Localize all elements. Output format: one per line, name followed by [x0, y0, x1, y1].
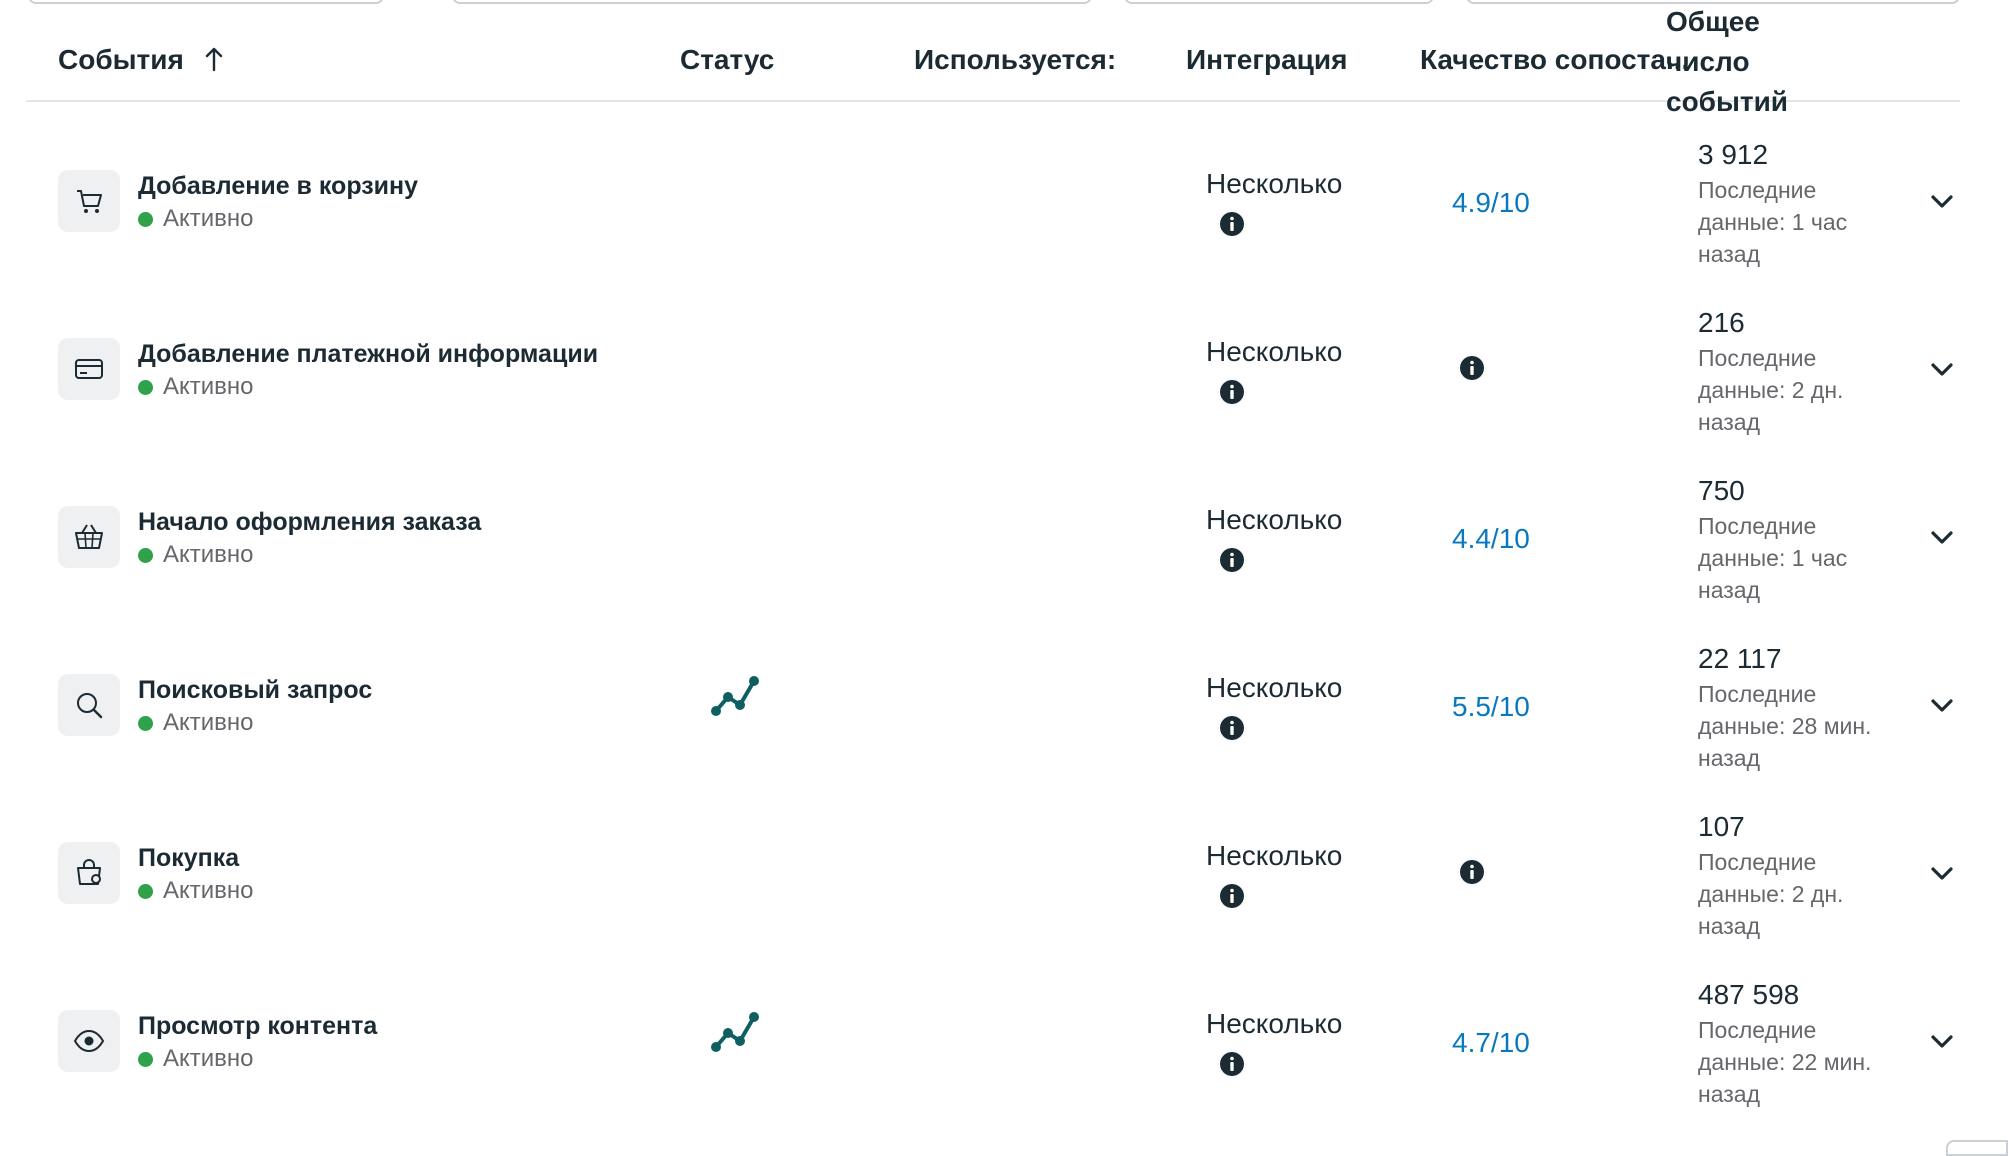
event-status: Активно — [138, 541, 254, 569]
integration-info-icon[interactable] — [1219, 211, 1245, 237]
event-status-label: Активно — [163, 1045, 254, 1072]
last-received: Последние данные: 22 мин. назад — [1698, 1017, 1872, 1107]
table-header: События Статус Используется: Интеграция … — [26, 0, 1960, 117]
column-header-integration[interactable]: Интеграция — [1186, 44, 1347, 76]
last-received: Последние данные: 1 час назад — [1698, 513, 1848, 603]
integration-info-icon[interactable] — [1219, 547, 1245, 573]
active-status-dot — [138, 211, 153, 227]
basket-icon — [58, 506, 120, 568]
integration-value: Несколько — [1206, 840, 1343, 871]
event-count: 3 912 — [1698, 139, 1769, 170]
table-row[interactable]: Покупка Активно Несколько 107 Последние данн… — [0, 789, 2008, 957]
last-received: Последние данные: 2 дн. назад — [1698, 345, 1844, 435]
event-status-label: Активно — [163, 709, 254, 736]
event-name[interactable]: Поисковый запрос — [138, 676, 372, 705]
pagination-control[interactable] — [1946, 1140, 2008, 1156]
event-status: Активно — [138, 709, 254, 737]
table-row[interactable]: Добавление в корзину Активно Несколько 4.9/… — [0, 117, 2008, 285]
last-received: Последние данные: 2 дн. назад — [1698, 849, 1844, 939]
search-icon — [58, 674, 120, 736]
integration-info-icon[interactable] — [1219, 715, 1245, 741]
active-status-dot — [138, 1051, 153, 1067]
event-status-label: Активно — [163, 205, 254, 232]
expand-row-chevron-icon[interactable] — [1930, 866, 1954, 887]
match-quality-link[interactable]: 5.5/10 — [1452, 691, 1530, 723]
event-count: 107 — [1698, 811, 1745, 842]
integration-value: Несколько — [1206, 672, 1343, 703]
integration-value: Несколько — [1206, 168, 1343, 199]
eye-icon — [58, 1010, 120, 1072]
event-status-label: Активно — [163, 877, 254, 904]
event-name[interactable]: Просмотр контента — [138, 1012, 377, 1041]
active-status-dot — [138, 883, 153, 899]
integration-info-icon[interactable] — [1219, 379, 1245, 405]
column-header-events-label: События — [58, 44, 184, 75]
column-header-total[interactable]: Общее число событий — [1666, 2, 1794, 122]
event-count: 22 117 — [1698, 643, 1782, 674]
column-header-quality[interactable]: Качество сопоста... — [1420, 44, 1689, 76]
event-name[interactable]: Добавление в корзину — [138, 172, 418, 201]
expand-row-chevron-icon[interactable] — [1930, 698, 1954, 719]
event-status-label: Активно — [163, 541, 254, 568]
active-status-dot — [138, 547, 153, 563]
match-quality-link[interactable]: 4.9/10 — [1452, 187, 1530, 219]
last-received: Последние данные: 1 час назад — [1698, 177, 1848, 267]
sort-ascending-icon[interactable] — [204, 46, 224, 79]
event-count: 216 — [1698, 307, 1745, 338]
table-row[interactable]: Поисковый запрос Активно Несколько 5.5/10 22… — [0, 621, 2008, 789]
expand-row-chevron-icon[interactable] — [1930, 362, 1954, 383]
expand-row-chevron-icon[interactable] — [1930, 530, 1954, 551]
event-name[interactable]: Покупка — [138, 844, 239, 873]
integration-value: Несколько — [1206, 504, 1343, 535]
integration-value: Несколько — [1206, 336, 1343, 367]
integration-value: Несколько — [1206, 1008, 1343, 1039]
expand-row-chevron-icon[interactable] — [1930, 1034, 1954, 1055]
column-header-events[interactable]: События — [58, 44, 224, 79]
event-status: Активно — [138, 205, 254, 233]
event-status: Активно — [138, 1045, 254, 1073]
shopping-bag-icon — [58, 842, 120, 904]
active-status-dot — [138, 379, 153, 395]
event-name[interactable]: Добавление платежной информации — [138, 340, 598, 369]
integration-info-icon[interactable] — [1219, 1051, 1245, 1077]
event-status-label: Активно — [163, 373, 254, 400]
event-count: 750 — [1698, 475, 1745, 506]
event-status: Активно — [138, 877, 254, 905]
match-quality-info-icon[interactable] — [1459, 859, 1485, 885]
table-row[interactable]: Начало оформления заказа Активно Несколько… — [0, 453, 2008, 621]
integration-info-icon[interactable] — [1219, 883, 1245, 909]
cart-icon — [58, 170, 120, 232]
table-row[interactable]: Просмотр контента Активно Несколько 4.7/10 4… — [0, 957, 2008, 1125]
trend-chart-icon[interactable] — [710, 1009, 760, 1058]
column-header-used-by[interactable]: Используется: — [914, 44, 1116, 76]
trend-chart-icon[interactable] — [710, 673, 760, 722]
event-name[interactable]: Начало оформления заказа — [138, 508, 481, 537]
expand-row-chevron-icon[interactable] — [1930, 194, 1954, 215]
match-quality-link[interactable]: 4.4/10 — [1452, 523, 1530, 555]
column-header-status[interactable]: Статус — [680, 44, 774, 76]
event-status: Активно — [138, 373, 254, 401]
match-quality-info-icon[interactable] — [1459, 355, 1485, 381]
table-row[interactable]: Добавление платежной информации Активно Не… — [0, 285, 2008, 453]
last-received: Последние данные: 28 мин. назад — [1698, 681, 1872, 771]
event-count: 487 598 — [1698, 979, 1800, 1010]
active-status-dot — [138, 715, 153, 731]
match-quality-link[interactable]: 4.7/10 — [1452, 1027, 1530, 1059]
credit-card-icon — [58, 338, 120, 400]
